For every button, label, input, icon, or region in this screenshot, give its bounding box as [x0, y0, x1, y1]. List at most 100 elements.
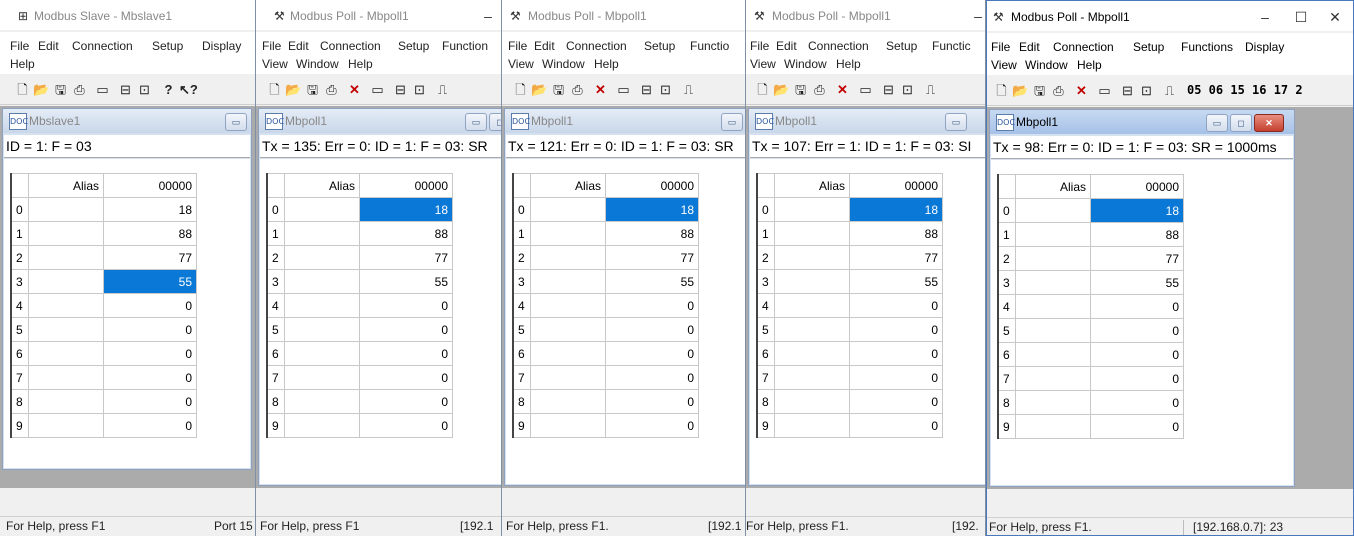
alias-cell[interactable]	[1015, 198, 1091, 223]
print-icon[interactable]: ⎙	[71, 81, 88, 99]
register-value-cell[interactable]: 0	[1090, 294, 1184, 319]
alias-cell[interactable]	[530, 221, 606, 246]
register-value-cell[interactable]: 0	[103, 365, 197, 390]
save-icon[interactable]: 🖫	[1031, 82, 1048, 100]
table-row[interactable]: 90	[10, 413, 197, 438]
print-icon[interactable]: ⎙	[811, 81, 828, 99]
register-value-cell[interactable]: 0	[359, 389, 453, 414]
print-icon[interactable]: ⎙	[569, 81, 586, 99]
register-value-cell[interactable]: 0	[1090, 366, 1184, 391]
register-value-cell[interactable]: 0	[605, 365, 699, 390]
menu-setup[interactable]: Setup	[1133, 40, 1164, 54]
disconnect-icon[interactable]: ⊡	[136, 81, 153, 99]
register-value-cell[interactable]: 0	[103, 341, 197, 366]
table-row[interactable]: 1 88	[266, 221, 453, 246]
open-folder-icon[interactable]: 📂	[33, 81, 50, 99]
register-value-cell[interactable]: 18	[1090, 198, 1184, 223]
window-icon[interactable]: ▭	[615, 81, 632, 99]
new-file-icon[interactable]: 🗋	[14, 81, 31, 99]
alias-cell[interactable]	[28, 413, 104, 438]
menu-window[interactable]: Window	[784, 57, 827, 71]
register-value-cell[interactable]: 0	[605, 317, 699, 342]
table-row[interactable]: 60	[266, 341, 453, 366]
table-row[interactable]: 0 18	[997, 198, 1184, 223]
table-row[interactable]: 2 77	[997, 246, 1184, 271]
register-value-cell[interactable]: 0	[849, 413, 943, 438]
alias-cell[interactable]	[530, 413, 606, 438]
table-row[interactable]: 50	[266, 317, 453, 342]
minimize-child-button[interactable]: ▭	[721, 113, 743, 131]
minimize-child-button[interactable]: ▭	[945, 113, 967, 131]
table-row[interactable]: 60	[756, 341, 943, 366]
delete-icon[interactable]: ✕	[592, 81, 609, 99]
menu-edit[interactable]: Edit	[1019, 40, 1040, 54]
maximize-button[interactable]: ☐	[1283, 6, 1319, 28]
table-row[interactable]: 90	[512, 413, 699, 438]
save-icon[interactable]: 🖫	[550, 81, 567, 99]
register-value-cell[interactable]: 77	[359, 245, 453, 270]
register-value-cell[interactable]: 0	[103, 413, 197, 438]
alias-cell[interactable]	[284, 293, 360, 318]
table-row[interactable]: 60	[512, 341, 699, 366]
register-value-cell[interactable]: 18	[103, 197, 197, 222]
register-value-cell[interactable]: 0	[849, 389, 943, 414]
register-value-cell[interactable]: 55	[1090, 270, 1184, 295]
alias-cell[interactable]	[774, 221, 850, 246]
title-bar[interactable]: ⚒ Modbus Poll - Mbpoll1	[502, 0, 745, 30]
menu-view[interactable]: View	[508, 57, 534, 71]
menu-help[interactable]: Help	[594, 57, 619, 71]
new-file-icon[interactable]: 🗋	[754, 81, 771, 99]
alias-cell[interactable]	[1015, 390, 1091, 415]
alias-cell[interactable]	[774, 197, 850, 222]
alias-cell[interactable]	[530, 389, 606, 414]
menu-window[interactable]: Window	[1025, 58, 1068, 72]
alias-cell[interactable]	[530, 197, 606, 222]
table-row[interactable]: 0 18	[512, 197, 699, 222]
menu-file[interactable]: File	[991, 40, 1010, 54]
table-row[interactable]: 1 88	[512, 221, 699, 246]
table-row[interactable]: 70	[756, 365, 943, 390]
register-value-cell[interactable]: 0	[605, 389, 699, 414]
table-row[interactable]: 40	[266, 293, 453, 318]
menu-file[interactable]: File	[10, 39, 29, 53]
menu-setup[interactable]: Setup	[152, 39, 183, 53]
new-file-icon[interactable]: 🗋	[512, 81, 529, 99]
modbus-poll-window-1[interactable]: ⚒ Modbus Poll - Mbpoll1 – File Edit Conn…	[256, 0, 502, 536]
table-row[interactable]: 3 55	[10, 269, 197, 294]
menu-setup[interactable]: Setup	[644, 39, 675, 53]
context-help-icon[interactable]: ↖?	[179, 81, 198, 99]
alias-cell[interactable]	[284, 317, 360, 342]
menu-help[interactable]: Help	[10, 57, 35, 71]
pulse-icon[interactable]: ⎍	[680, 81, 697, 99]
register-value-cell[interactable]: 0	[605, 293, 699, 318]
table-row[interactable]: 3 55	[997, 270, 1184, 295]
register-value-cell[interactable]: 88	[849, 221, 943, 246]
open-folder-icon[interactable]: 📂	[285, 81, 302, 99]
child-title-bar[interactable]: DOC Mbpoll1 ▭ ◻ ✕	[990, 110, 1294, 134]
modbus-poll-window-3[interactable]: ⚒ Modbus Poll - Mbpoll1 – File Edit Conn…	[746, 0, 986, 536]
connect-icon[interactable]: ⊟	[1119, 82, 1136, 100]
menu-edit[interactable]: Edit	[776, 39, 797, 53]
menu-setup[interactable]: Setup	[398, 39, 429, 53]
modbus-poll-window-active[interactable]: ⚒ Modbus Poll - Mbpoll1 – ☐ ✕ File Edit …	[986, 0, 1354, 536]
delete-icon[interactable]: ✕	[834, 81, 851, 99]
alias-cell[interactable]	[284, 389, 360, 414]
alias-cell[interactable]	[28, 269, 104, 294]
connect-icon[interactable]: ⊟	[392, 81, 409, 99]
open-folder-icon[interactable]: 📂	[773, 81, 790, 99]
alias-cell[interactable]	[284, 365, 360, 390]
pulse-icon[interactable]: ⎍	[922, 81, 939, 99]
table-row[interactable]: 70	[266, 365, 453, 390]
table-row[interactable]: 2 77	[10, 245, 197, 270]
child-window[interactable]: DOC Mbpoll1 ▭ ◻ ✕ Tx = 98: Err = 0: ID =…	[989, 109, 1295, 487]
register-value-cell[interactable]: 0	[359, 293, 453, 318]
table-row[interactable]: 50	[997, 318, 1184, 343]
register-value-cell[interactable]: 0	[103, 293, 197, 318]
modbus-slave-window[interactable]: ⊞ Modbus Slave - Mbslave1 File Edit Conn…	[0, 0, 256, 536]
menu-edit[interactable]: Edit	[38, 39, 59, 53]
alias-cell[interactable]	[530, 245, 606, 270]
connect-icon[interactable]: ⊟	[880, 81, 897, 99]
alias-cell[interactable]	[530, 341, 606, 366]
alias-cell[interactable]	[774, 269, 850, 294]
minimize-child-button[interactable]: ▭	[1206, 114, 1228, 132]
